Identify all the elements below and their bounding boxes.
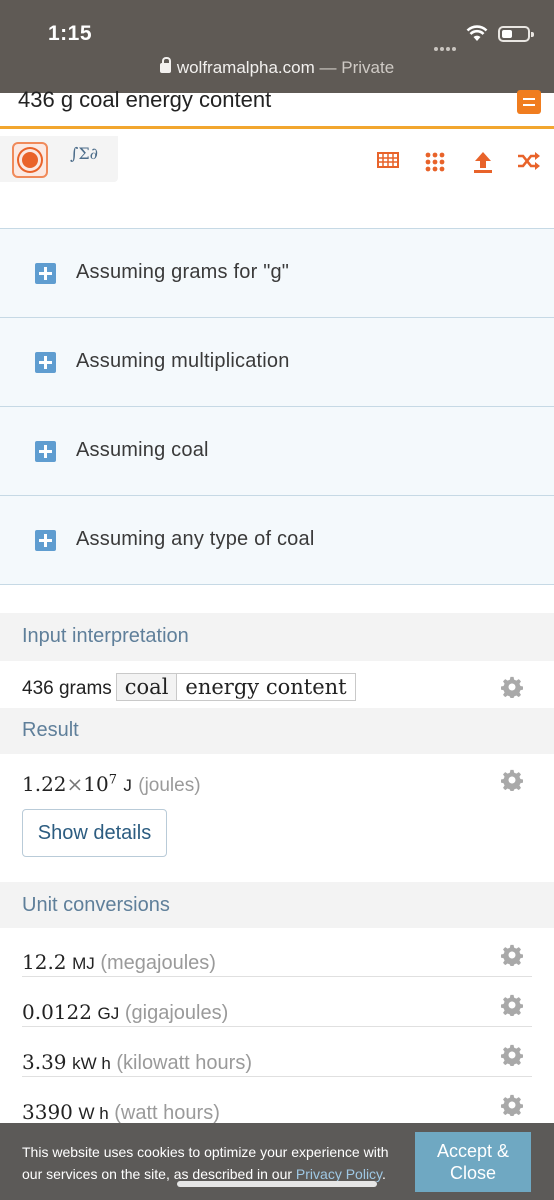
- assumption-label: Assuming multiplication: [76, 350, 290, 372]
- assumptions-panel: Assuming grams for "g" Assuming multipli…: [0, 228, 554, 585]
- gear-icon[interactable]: [501, 1044, 523, 1066]
- expand-plus-icon[interactable]: [35, 263, 56, 284]
- input-term-coal: coal: [115, 673, 178, 701]
- gear-icon[interactable]: [501, 994, 523, 1016]
- unit-conversions-header: Unit conversions: [0, 882, 554, 928]
- address-bar[interactable]: wolframalpha.com — Private: [0, 57, 554, 78]
- conversion-row: 0.0122 GJ (gigajoules): [22, 1000, 229, 1024]
- input-mode-switcher: ∫Σ∂: [0, 136, 118, 182]
- pod-title: Unit conversions: [22, 894, 170, 916]
- menu-icon: [523, 98, 535, 100]
- grid-dots-icon[interactable]: [425, 152, 445, 172]
- conversion-row: 12.2 MJ (megajoules): [22, 950, 216, 974]
- search-input[interactable]: 436 g coal energy content: [18, 87, 271, 113]
- upload-icon[interactable]: [473, 150, 493, 174]
- assumption-row[interactable]: Assuming grams for "g": [0, 229, 554, 318]
- input-quantity: 436 grams: [22, 678, 112, 699]
- sun-icon: [22, 152, 38, 168]
- menu-button[interactable]: [517, 90, 541, 114]
- unit-conversions-pod: 12.2 MJ (megajoules) 0.0122 GJ (gigajoul…: [0, 928, 554, 1124]
- lock-icon: [159, 57, 171, 73]
- cookie-banner: This website uses cookies to optimize yo…: [0, 1123, 554, 1200]
- conversion-row: 3.39 kW h (kilowatt hours): [22, 1050, 252, 1074]
- private-label: — Private: [319, 58, 395, 77]
- toolbar: ∫Σ∂: [0, 132, 554, 182]
- input-interpretation-value: 436 grams coal energy content: [22, 673, 356, 701]
- natural-language-mode-button[interactable]: [12, 142, 48, 178]
- assumption-label: Assuming grams for "g": [76, 261, 290, 283]
- result-pod: 1.22×107 J (joules) Show details: [0, 754, 554, 882]
- gear-icon[interactable]: [501, 676, 523, 698]
- divider: [22, 1026, 532, 1027]
- cookie-text: This website uses cookies to optimize yo…: [22, 1144, 389, 1182]
- assumption-row[interactable]: Assuming multiplication: [0, 318, 554, 407]
- home-indicator[interactable]: [177, 1181, 377, 1187]
- search-bar: 436 g coal energy content: [0, 87, 554, 129]
- privacy-policy-link[interactable]: Privacy Policy: [296, 1166, 382, 1182]
- divider: [22, 1076, 532, 1077]
- input-interpretation-pod: 436 grams coal energy content: [0, 661, 554, 708]
- wifi-icon: [466, 25, 488, 41]
- show-details-button[interactable]: Show details: [22, 809, 167, 857]
- input-term-energy: energy content: [176, 673, 356, 701]
- assumption-label: Assuming any type of coal: [76, 528, 315, 550]
- assumption-label: Assuming coal: [76, 439, 209, 461]
- status-bar: 1:15 wolframalpha.com — Private: [0, 0, 554, 93]
- assumption-row[interactable]: Assuming coal: [0, 407, 554, 496]
- pod-title: Input interpretation: [22, 625, 189, 647]
- expand-plus-icon[interactable]: [35, 530, 56, 551]
- expand-plus-icon[interactable]: [35, 441, 56, 462]
- assumption-row[interactable]: Assuming any type of coal: [0, 496, 554, 585]
- gear-icon[interactable]: [501, 1094, 523, 1116]
- battery-icon: [498, 26, 534, 42]
- shuffle-icon[interactable]: [517, 152, 541, 170]
- pod-title: Result: [22, 719, 79, 741]
- cellular-signal-icon: [434, 38, 460, 51]
- result-header: Result: [0, 708, 554, 754]
- math-input-mode-button[interactable]: ∫Σ∂: [70, 144, 98, 163]
- conversion-row: 3390 W h (watt hours): [22, 1100, 220, 1124]
- expand-plus-icon[interactable]: [35, 352, 56, 373]
- gear-icon[interactable]: [501, 944, 523, 966]
- result-value: 1.22×107 J (joules): [22, 772, 201, 796]
- url-text: wolframalpha.com: [176, 58, 315, 77]
- clock-time: 1:15: [48, 22, 93, 45]
- gear-icon[interactable]: [501, 769, 523, 791]
- divider: [22, 976, 532, 977]
- input-interpretation-header: Input interpretation: [0, 613, 554, 661]
- accept-close-button[interactable]: Accept & Close: [415, 1132, 531, 1192]
- keyboard-icon[interactable]: [377, 152, 399, 168]
